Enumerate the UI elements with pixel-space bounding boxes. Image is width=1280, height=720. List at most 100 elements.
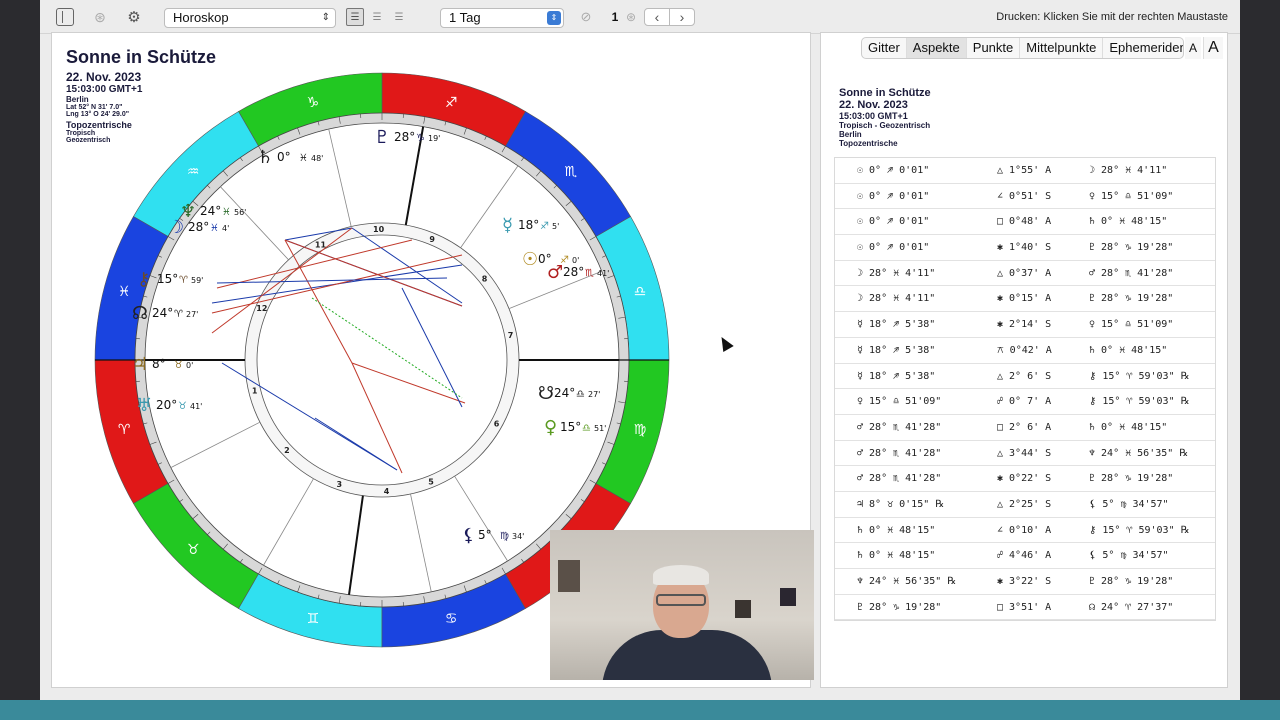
- aspect-planet-a: ♆ 24° ♓ 56'35" ℞: [857, 576, 957, 587]
- aspect-type: □ 3°51' A: [997, 601, 1052, 613]
- presenter-glasses: [656, 594, 706, 606]
- house-number: 3: [337, 480, 343, 489]
- uranus-icon: ♅: [136, 395, 152, 416]
- house-number: 10: [373, 225, 385, 234]
- aspect-type: △ 2° 6' S: [997, 370, 1052, 382]
- south-node-icon: ☋: [538, 383, 554, 404]
- house-number: 4: [384, 487, 390, 496]
- aspect-row[interactable]: ♄ 0° ♓ 48'15" ☍ 4°46' A ⚸ 5° ♍ 34'57": [835, 543, 1215, 569]
- aspect-type: ⚻ 0°42' A: [997, 344, 1052, 356]
- jupiter-minutes: 0': [186, 361, 193, 370]
- aspect-planet-a: ♂ 28° ♏ 41'28": [857, 421, 942, 433]
- list-compact-icon[interactable]: ☰: [390, 8, 408, 26]
- next-button[interactable]: ›: [669, 8, 695, 26]
- south-node-sign: ♎: [576, 389, 585, 400]
- mars-minutes: 41': [597, 269, 609, 278]
- saturn-sign: ♓: [299, 153, 308, 164]
- previous-button[interactable]: ‹: [644, 8, 670, 26]
- aspect-row[interactable]: ☿ 18° ♐ 5'38" ⚻ 0°42' A ♄ 0° ♓ 48'15": [835, 338, 1215, 364]
- zodiac-glyph: ♏: [565, 164, 578, 180]
- font-larger-button[interactable]: A: [1203, 37, 1223, 59]
- aspect-row[interactable]: ☉ 0° ♐ 0'01" △ 1°55' A ☽ 28° ♓ 4'11": [835, 158, 1215, 184]
- aspect-planet-a: ♄ 0° ♓ 48'15": [857, 550, 936, 562]
- aspect-row[interactable]: ☽ 28° ♓ 4'11" △ 0°37' A ♂ 28° ♏ 41'28": [835, 261, 1215, 287]
- tab-ephemeriden[interactable]: Ephemeriden: [1103, 38, 1183, 58]
- aspects-system: Tropisch - Geozentrisch: [839, 121, 931, 130]
- tab-punkte[interactable]: Punkte: [967, 38, 1021, 58]
- south-node-degree: 24°: [554, 386, 575, 400]
- aspect-row[interactable]: ♂ 28° ♏ 41'28" △ 3°44' S ♆ 24° ♓ 56'35" ℞: [835, 441, 1215, 467]
- aspect-planet-b: ♇ 28° ♑ 19'28": [1089, 576, 1174, 587]
- wheel-icon[interactable]: ⊛: [92, 8, 108, 26]
- view-select[interactable]: Horoskop ⇕: [164, 8, 336, 28]
- presenter-hair: [653, 565, 709, 585]
- aspect-row[interactable]: ♂ 28° ♏ 41'28" ✱ 0°22' S ♇ 28° ♑ 19'28": [835, 466, 1215, 492]
- right-backdrop: [1240, 0, 1280, 700]
- chiron-icon: ⚷: [137, 269, 150, 290]
- aspect-planet-a: ☉ 0° ♐ 0'01": [857, 242, 930, 254]
- aspect-row[interactable]: ♆ 24° ♓ 56'35" ℞ ✱ 3°22' S ♇ 28° ♑ 19'28": [835, 569, 1215, 595]
- list-detail-icon[interactable]: ☰: [368, 8, 386, 26]
- saturn-minutes: 48': [311, 154, 323, 163]
- font-smaller-button[interactable]: A: [1185, 37, 1201, 59]
- aspect-type: △ 2°25' S: [997, 498, 1052, 510]
- venus-icon: ♀: [544, 417, 557, 438]
- tab-aspekte[interactable]: Aspekte: [906, 38, 967, 58]
- chiron-sign: ♈: [179, 275, 188, 286]
- list-icon[interactable]: ☰: [346, 8, 364, 26]
- aspect-row[interactable]: ☉ 0° ♐ 0'01" ∠ 0°51' S ♀ 15° ♎ 51'09": [835, 184, 1215, 210]
- pluto-degree: 28°: [394, 130, 415, 144]
- toolbar: ⊛ ⚙ Horoskop ⇕ ☰ ☰ ☰ 1 Tag ⇕ ⊘ 1 ⊛ ‹ › Dru…: [40, 0, 1240, 34]
- house-number: 5: [428, 477, 434, 486]
- aspect-planet-a: ☽ 28° ♓ 4'11": [857, 293, 936, 305]
- aspect-planet-b: ♆ 24° ♓ 56'35" ℞: [1089, 447, 1189, 459]
- aspect-type: ✱ 3°22' S: [997, 576, 1052, 587]
- south-node-minutes: 27': [588, 390, 600, 399]
- neptune-minutes: 56': [234, 208, 246, 217]
- aspect-row[interactable]: ♃ 8° ♉ 0'15" ℞ △ 2°25' S ⚸ 5° ♍ 34'57": [835, 492, 1215, 518]
- moon-icon: ☽: [168, 217, 184, 238]
- step-wheel-icon[interactable]: ⊛: [624, 8, 638, 26]
- desktop-strip: [0, 700, 1280, 720]
- tab-mittelpunkte[interactable]: Mittelpunkte: [1020, 38, 1104, 58]
- aspect-row[interactable]: ♀ 15° ♎ 51'09" ☍ 0° 7' A ⚷ 15° ♈ 59'03" ℞: [835, 389, 1215, 415]
- aspect-type: ✱ 0°22' S: [997, 473, 1052, 485]
- link-icon[interactable]: ⊘: [578, 8, 594, 26]
- period-select[interactable]: 1 Tag ⇕: [440, 8, 564, 28]
- aspect-row[interactable]: ☉ 0° ♐ 0'01" ✱ 1°40' S ♇ 28° ♑ 19'28": [835, 235, 1215, 261]
- house-number: 2: [284, 446, 290, 455]
- wall-picture: [780, 588, 796, 606]
- sidebar-toggle-icon[interactable]: [56, 8, 74, 26]
- house-number: 12: [256, 304, 267, 313]
- aspect-type: △ 1°55' A: [997, 165, 1052, 176]
- aspect-row[interactable]: ♇ 28° ♑ 19'28" □ 3°51' A ☊ 24° ♈ 27'37": [835, 595, 1215, 621]
- aspect-planet-b: ♀ 15° ♎ 51'09": [1089, 190, 1174, 202]
- mercury-sign: ♐: [540, 221, 549, 232]
- aspect-type: ∠ 0°10' A: [997, 524, 1052, 536]
- aspect-row[interactable]: ☿ 18° ♐ 5'38" △ 2° 6' S ⚷ 15° ♈ 59'03" ℞: [835, 364, 1215, 390]
- aspect-type: ∠ 0°51' S: [997, 190, 1052, 202]
- aspect-planet-a: ☿ 18° ♐ 5'38": [857, 370, 936, 382]
- uranus-degree: 20°: [156, 398, 177, 412]
- pluto-minutes: 19': [428, 134, 440, 143]
- aspect-planet-b: ⚷ 15° ♈ 59'03" ℞: [1089, 396, 1190, 408]
- gear-icon[interactable]: ⚙: [126, 8, 142, 26]
- chiron-degree: 15°: [157, 272, 178, 286]
- house-number: 7: [508, 331, 514, 340]
- aspect-planet-b: ☊ 24° ♈ 27'37": [1089, 601, 1174, 613]
- aspect-row[interactable]: ☿ 18° ♐ 5'38" ✱ 2°14' S ♀ 15° ♎ 51'09": [835, 312, 1215, 338]
- aspect-row[interactable]: ☽ 28° ♓ 4'11" ✱ 0°15' A ♇ 28° ♑ 19'28": [835, 286, 1215, 313]
- mars-icon: ♂: [547, 262, 563, 283]
- node-degree: 24°: [152, 306, 173, 320]
- aspect-row[interactable]: ♂ 28° ♏ 41'28" □ 2° 6' A ♄ 0° ♓ 48'15": [835, 415, 1215, 441]
- aspects-place: Berlin: [839, 130, 862, 139]
- aspect-planet-b: ♀ 15° ♎ 51'09": [1089, 319, 1174, 331]
- zodiac-glyph: ♈: [118, 422, 131, 438]
- tab-gitter[interactable]: Gitter: [862, 38, 907, 58]
- aspect-planet-a: ☿ 18° ♐ 5'38": [857, 344, 936, 356]
- webcam-overlay: [550, 530, 814, 680]
- aspect-type: ✱ 0°15' A: [997, 293, 1052, 305]
- aspect-row[interactable]: ☉ 0° ♐ 0'01" □ 0°48' A ♄ 0° ♓ 48'15": [835, 209, 1215, 236]
- aspect-row[interactable]: ♄ 0° ♓ 48'15" ∠ 0°10' A ⚷ 15° ♈ 59'03" ℞: [835, 518, 1215, 544]
- mercury-icon: ☿: [502, 215, 513, 236]
